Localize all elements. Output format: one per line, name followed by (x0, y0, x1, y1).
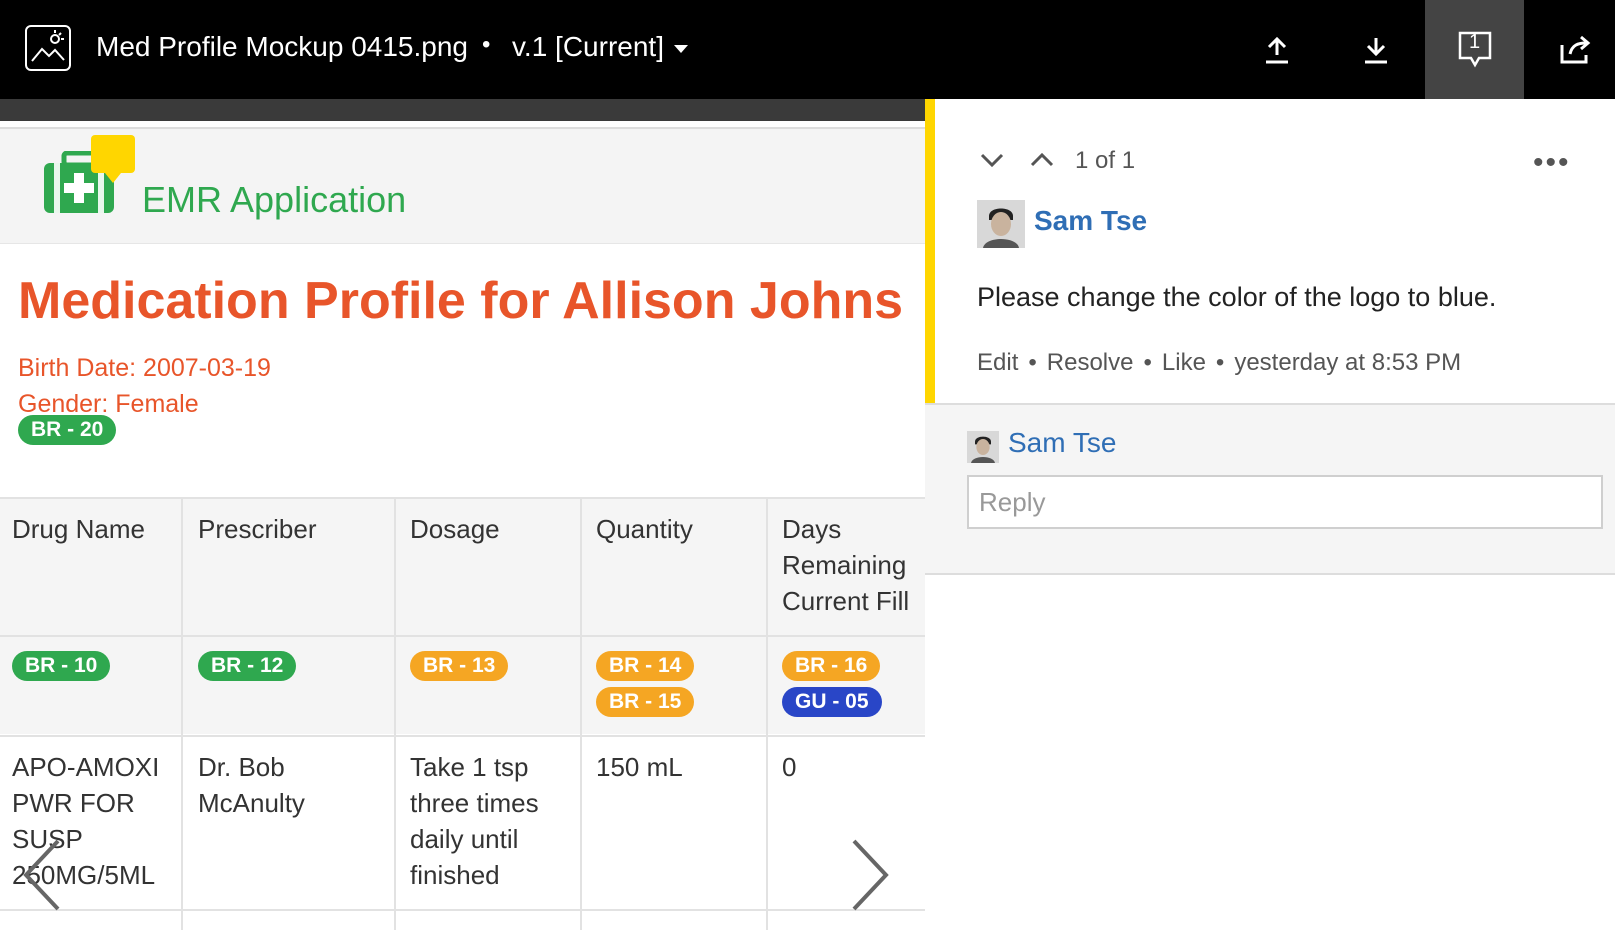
patient-title: Medication Profile for Allison Johns (18, 272, 904, 330)
upload-button[interactable] (1227, 0, 1326, 99)
active-comment-indicator (925, 99, 935, 403)
next-arrow-icon[interactable] (848, 837, 892, 913)
avatar (977, 200, 1025, 248)
column-header-drug-name: Drug Name (12, 514, 145, 544)
version-dropdown[interactable]: v.1 [Current] (512, 31, 688, 63)
share-icon (1560, 35, 1590, 63)
download-icon (1364, 37, 1387, 63)
column-header-days-remaining: Days Remaining Current Fill (782, 514, 910, 616)
resolve-link[interactable]: Resolve (1047, 349, 1134, 376)
badge-br-14: BR - 14 (596, 651, 695, 681)
column-header-prescriber: Prescriber (198, 514, 317, 544)
comment-text: Please change the color of the logo to b… (977, 282, 1497, 312)
pager-count: 1 of 1 (1075, 147, 1136, 174)
title-separator: • (482, 31, 491, 58)
cell-prescriber: Dr. Bob McAnulty (198, 752, 305, 818)
more-options-icon[interactable]: ••• (1533, 146, 1571, 180)
birth-date: Birth Date: 2007-03-19 (18, 354, 271, 382)
comment-author[interactable]: Sam Tse (1034, 205, 1147, 237)
emr-header: EMR Application (0, 127, 925, 244)
badge-br-12: BR - 12 (198, 651, 297, 681)
download-button[interactable] (1326, 0, 1425, 99)
badge-gu-05: GU - 05 (782, 687, 882, 717)
badge-br-13: BR - 13 (410, 651, 509, 681)
upload-icon (1265, 36, 1288, 63)
column-header-dosage: Dosage (410, 514, 500, 544)
reply-avatar (967, 431, 999, 463)
chevron-down-icon (673, 44, 688, 53)
previous-arrow-icon[interactable] (20, 837, 64, 913)
comment-pin-marker[interactable] (91, 135, 135, 183)
file-title: Med Profile Mockup 0415.png (96, 31, 468, 62)
cell-quantity: 150 mL (596, 752, 683, 782)
column-header-quantity: Quantity (596, 514, 693, 544)
edit-link[interactable]: Edit (977, 349, 1018, 376)
share-button[interactable] (1527, 0, 1615, 99)
reply-input[interactable] (967, 475, 1603, 529)
chevron-up-icon[interactable] (1027, 148, 1057, 172)
image-file-icon (25, 25, 71, 71)
comment-timestamp: yesterday at 8:53 PM (1234, 349, 1462, 376)
cell-days-remaining: 0 (782, 752, 797, 782)
comment-count: 1 (1469, 31, 1481, 53)
preview-top-strip (0, 99, 925, 121)
comment-actions: Edit • Resolve • Like • yesterday at 8:53 PM (977, 349, 1462, 376)
comments-toggle-button[interactable]: 1 (1425, 0, 1524, 99)
cell-dosage: Take 1 tsp three times daily until finis… (410, 752, 539, 890)
chevron-down-icon[interactable] (977, 148, 1007, 172)
patient-badge: BR - 20 (18, 415, 117, 445)
badge-br-10: BR - 10 (12, 651, 111, 681)
image-preview: EMR Application Medication Profile for A… (0, 99, 925, 930)
reply-author[interactable]: Sam Tse (1008, 427, 1116, 459)
badge-br-16: BR - 16 (782, 651, 881, 681)
emr-app-title: EMR Application (142, 179, 407, 220)
top-bar: Med Profile Mockup 0415.png • v.1 [Curre… (0, 0, 1615, 99)
version-label: v.1 [Current] (512, 31, 664, 62)
badge-br-15: BR - 15 (596, 687, 695, 717)
comment-pager (977, 140, 1057, 180)
like-link[interactable]: Like (1162, 349, 1206, 376)
